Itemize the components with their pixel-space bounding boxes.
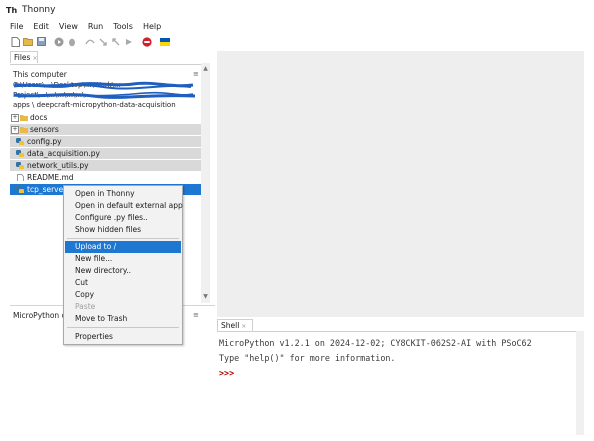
tree-item-sensors[interactable]: + sensors [10,124,202,135]
close-icon[interactable]: × [241,323,246,330]
tab-shell[interactable]: Shell × [217,319,253,331]
menu-separator [67,238,179,239]
close-icon[interactable]: × [32,55,37,62]
run-icon[interactable] [54,37,64,47]
file-name: sensors [30,125,59,134]
shell-console[interactable]: MicroPython v1.2.1 on 2024-12-02; CY8CKI… [217,331,584,436]
tree-item-data-acquisition[interactable]: data_acquisition.py [10,148,202,159]
thonny-logo-icon: Th [6,5,18,15]
menu-view[interactable]: View [54,22,83,31]
menu-open-external[interactable]: Open in default external app [65,200,183,212]
menu-copy[interactable]: Copy [65,289,181,301]
new-file-icon[interactable] [10,36,20,47]
path-line-3[interactable]: apps \ deepcraft-micropython-data-acquis… [13,101,198,110]
location-label: This computer [13,70,67,79]
step-over-icon[interactable] [85,37,95,47]
python-file-icon [16,186,24,193]
expand-icon[interactable]: + [11,126,19,134]
menu-help[interactable]: Help [138,22,166,31]
python-file-icon [16,138,24,145]
path-line-1[interactable]: C:\Users\...\Desktop\...\Work\... [13,81,198,90]
context-menu: Open in Thonny Open in default external … [63,185,183,345]
tab-shell-label: Shell [221,321,240,330]
folder-icon [20,115,28,121]
tree-item-network-utils[interactable]: network_utils.py [10,160,202,171]
expand-icon[interactable]: + [11,114,19,122]
scroll-down-icon[interactable]: ▼ [201,293,210,301]
ukraine-flag-icon[interactable] [160,37,170,47]
tab-files-label: Files [14,53,31,62]
debug-icon[interactable] [67,37,77,47]
tab-files[interactable]: Files × [10,51,38,63]
menu-file[interactable]: File [0,22,28,31]
menu-properties[interactable]: Properties [65,331,181,343]
menu-edit[interactable]: Edit [28,22,54,31]
panel-menu-icon[interactable]: ≡ [193,311,199,319]
menu-open-in-thonny[interactable]: Open in Thonny [65,188,181,200]
shell-prompt[interactable]: >>> [219,368,234,378]
window-title: Thonny [22,5,56,15]
menu-paste: Paste [75,302,96,311]
redaction-scribble [13,91,196,99]
path-line-2[interactable]: Project\...\...\...\...\...\... [13,91,198,100]
save-icon[interactable] [36,37,46,47]
file-name: config.py [27,137,62,146]
step-out-icon[interactable] [111,37,121,47]
redaction-scribble [13,81,194,90]
stop-icon[interactable] [142,36,152,47]
folder-icon [20,127,28,133]
file-name: data_acquisition.py [27,149,100,158]
micropython-device-label: MicroPython d [13,311,67,320]
menu-bar: File Edit View Run Tools Help [0,20,584,33]
tree-item-docs[interactable]: + docs [10,112,202,123]
file-name: docs [30,113,48,122]
menu-move-to-trash[interactable]: Move to Trash [65,313,181,325]
menu-separator [67,327,179,328]
shell-output-line: Type "help()" for more information. [219,353,396,363]
step-into-icon[interactable] [98,37,108,47]
menu-tools[interactable]: Tools [108,22,138,31]
shell-panel: Shell × MicroPython v1.2.1 on 2024-12-02;… [217,319,584,435]
shell-scrollbar[interactable] [576,331,584,435]
title-bar: Th Thonny [0,0,584,20]
python-file-icon [16,162,24,169]
menu-new-directory[interactable]: New directory.. [65,265,181,277]
menu-new-file[interactable]: New file... [65,253,181,265]
scroll-up-icon[interactable]: ▲ [201,65,210,73]
thonny-window: Th Thonny File Edit View Run Tools Help [0,0,594,441]
tree-item-config[interactable]: config.py [10,136,202,147]
menu-show-hidden-files[interactable]: Show hidden files [65,224,181,236]
file-name: network_utils.py [27,161,89,170]
panel-menu-icon[interactable]: ≡ [193,70,199,78]
menu-run[interactable]: Run [83,22,108,31]
menu-configure-py-files[interactable]: Configure .py files.. [65,212,181,224]
editor-area[interactable] [217,51,584,317]
file-name: README.md [27,173,74,182]
menu-cut[interactable]: Cut [65,277,181,289]
open-folder-icon[interactable] [23,37,33,47]
python-file-icon [16,150,24,157]
file-icon [17,174,24,181]
menu-upload-to[interactable]: Upload to / [65,241,181,253]
files-scrollbar[interactable]: ▲ ▼ [201,63,210,303]
shell-output-line: MicroPython v1.2.1 on 2024-12-02; CY8CKI… [219,338,532,348]
resume-icon[interactable] [124,37,134,47]
tree-item-readme[interactable]: README.md [10,172,202,183]
toolbar [0,33,584,50]
